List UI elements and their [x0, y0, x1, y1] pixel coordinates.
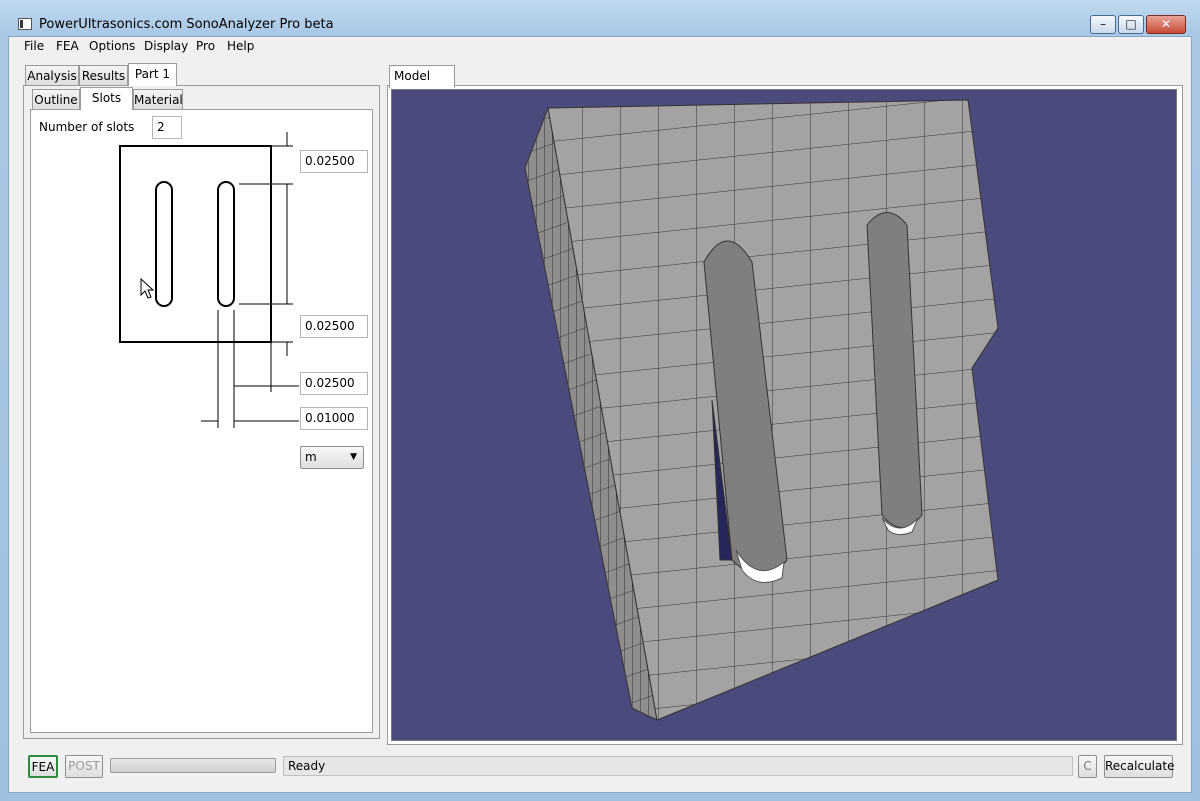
slots-panel: Number of slots 2 0.02500 0.02500 0.0250… — [30, 109, 373, 733]
unit-select[interactable]: m ▼ — [300, 446, 364, 469]
menu-bar: File FEA Options Display Pro Help — [9, 37, 1191, 57]
maximize-button[interactable]: □ — [1118, 15, 1144, 34]
client-area: File FEA Options Display Pro Help Analys… — [8, 36, 1192, 793]
app-icon — [18, 18, 32, 30]
minimize-button[interactable]: – — [1090, 15, 1116, 34]
menu-file[interactable]: File — [24, 39, 44, 53]
status-text: Ready — [283, 756, 1073, 776]
progress-bar — [110, 758, 276, 773]
tab-outline[interactable]: Outline — [32, 89, 80, 110]
slot-width-field[interactable]: 0.01000 — [300, 407, 368, 430]
tab-slots[interactable]: Slots — [80, 87, 133, 110]
fea-button[interactable]: FEA — [28, 755, 58, 778]
menu-fea[interactable]: FEA — [56, 39, 79, 53]
tab-results[interactable]: Results — [79, 65, 128, 86]
mouse-pointer-icon — [140, 278, 154, 299]
tab-part-1[interactable]: Part 1 — [128, 63, 177, 86]
unit-select-value: m — [305, 450, 317, 464]
title-bar[interactable]: PowerUltrasonics.com SonoAnalyzer Pro be… — [0, 0, 1200, 36]
menu-display[interactable]: Display — [144, 39, 188, 53]
model-viewport[interactable] — [391, 89, 1177, 741]
post-button[interactable]: POST — [65, 755, 103, 778]
window-title: PowerUltrasonics.com SonoAnalyzer Pro be… — [39, 17, 334, 32]
chevron-down-icon: ▼ — [350, 452, 357, 462]
tab-material[interactable]: Material — [133, 89, 183, 110]
tab-analysis[interactable]: Analysis — [25, 65, 79, 86]
slot-1 — [155, 181, 173, 307]
menu-options[interactable]: Options — [89, 39, 135, 53]
part-panel: Outline Slots Material Number of slots 2 — [23, 85, 380, 739]
fea-mesh-model — [524, 99, 999, 721]
top-margin-field[interactable]: 0.02500 — [300, 150, 368, 173]
slot-2 — [217, 181, 235, 307]
menu-pro[interactable]: Pro — [196, 39, 215, 53]
part-outline — [119, 145, 272, 343]
dimension-lines — [201, 132, 299, 428]
slot-length-field[interactable]: 0.02500 — [300, 315, 368, 338]
c-button[interactable]: C — [1078, 755, 1097, 778]
tab-model[interactable]: Model — [389, 65, 455, 88]
close-button[interactable]: ✕ — [1146, 15, 1186, 34]
app-window: PowerUltrasonics.com SonoAnalyzer Pro be… — [0, 0, 1200, 801]
slot-spacing-field[interactable]: 0.02500 — [300, 372, 368, 395]
menu-help[interactable]: Help — [227, 39, 254, 53]
recalculate-button[interactable]: Recalculate — [1104, 755, 1174, 778]
